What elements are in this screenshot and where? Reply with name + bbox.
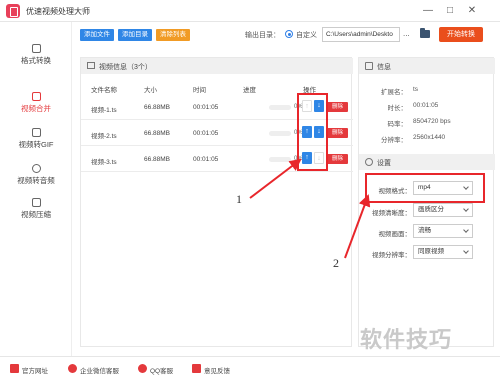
- feedback-icon: [192, 364, 201, 373]
- footer-label: QQ客服: [150, 368, 174, 375]
- annotation-arrow-2: [344, 194, 371, 259]
- footer-label: 企业微信客服: [80, 368, 119, 375]
- home-icon: [10, 364, 19, 373]
- footer: 官方网址 企业微信客服 QQ客服 意见反馈: [0, 356, 500, 380]
- footer-label: 意见反馈: [204, 368, 230, 375]
- wechat-icon: [68, 364, 77, 373]
- qq-icon: [138, 364, 147, 373]
- annotation-arrow-1: [249, 158, 302, 199]
- footer-label: 官方网址: [22, 368, 48, 375]
- watermark: 软件技巧: [360, 327, 453, 352]
- annotation-number-2: 2: [333, 256, 339, 270]
- annotation-number-1: 1: [236, 192, 242, 206]
